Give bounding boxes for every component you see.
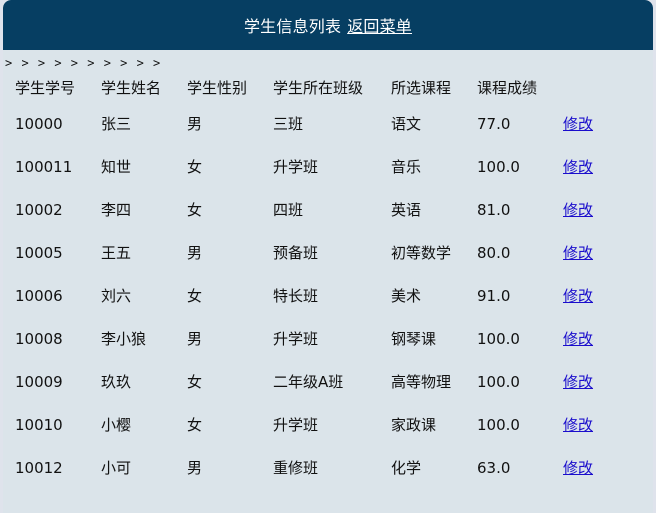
cell-student-id: 10012	[15, 458, 63, 477]
cell-student-id: 10005	[15, 243, 63, 262]
cell-student-name: 小可	[101, 459, 132, 477]
cell-student-sex: 女	[187, 416, 203, 434]
cell-student-class: 二年级A班	[273, 373, 344, 391]
edit-link[interactable]: 修改	[563, 201, 593, 219]
table-row: 10008 李小狼 男 升学班 钢琴课 100.0 修改	[7, 317, 633, 360]
column-header-name: 学生姓名	[101, 78, 162, 97]
student-list-panel: 学生信息列表 返回菜单 > > > > > > > > > > 学生学号 学生姓…	[3, 0, 653, 513]
edit-link[interactable]: 修改	[563, 330, 593, 348]
cell-student-name: 知世	[101, 158, 132, 176]
cell-student-id: 10000	[15, 114, 63, 133]
cell-student-class: 预备班	[273, 244, 319, 262]
breadcrumb: > > > > > > > > > >	[5, 56, 162, 70]
table-row: 10002 李四 女 四班 英语 81.0 修改	[7, 188, 633, 231]
table-row: 10009 玖玖 女 二年级A班 高等物理 100.0 修改	[7, 360, 633, 403]
cell-course: 美术	[391, 287, 422, 305]
table-row: 10005 王五 男 预备班 初等数学 80.0 修改	[7, 231, 633, 274]
column-header-action	[555, 72, 633, 102]
cell-score: 63.0	[477, 458, 511, 477]
cell-action: 修改	[555, 102, 633, 145]
cell-student-class: 升学班	[273, 416, 319, 434]
cell-score: 100.0	[477, 372, 520, 391]
cell-action: 修改	[555, 145, 633, 188]
cell-student-class: 重修班	[273, 459, 319, 477]
edit-link[interactable]: 修改	[563, 115, 593, 133]
cell-student-sex: 女	[187, 287, 203, 305]
cell-action: 修改	[555, 317, 633, 360]
table-row: 10006 刘六 女 特长班 美术 91.0 修改	[7, 274, 633, 317]
edit-link[interactable]: 修改	[563, 158, 593, 176]
cell-course: 音乐	[391, 158, 422, 176]
cell-student-id: 100011	[15, 157, 73, 176]
table-row: 10012 小可 男 重修班 化学 63.0 修改	[7, 446, 633, 489]
cell-student-id: 10010	[15, 415, 63, 434]
cell-course: 高等物理	[391, 373, 452, 391]
cell-student-class: 三班	[273, 115, 304, 133]
cell-score: 91.0	[477, 286, 511, 305]
cell-student-sex: 女	[187, 373, 203, 391]
table-header-row: 学生学号 学生姓名 学生性别 学生所在班级 所选课程 课程成绩	[7, 72, 633, 102]
cell-student-sex: 男	[187, 115, 203, 133]
cell-action: 修改	[555, 446, 633, 489]
cell-student-name: 王五	[101, 244, 132, 262]
column-header-sex: 学生性别	[187, 78, 248, 97]
cell-action: 修改	[555, 188, 633, 231]
column-header-score: 课程成绩	[477, 78, 538, 97]
cell-student-class: 升学班	[273, 158, 319, 176]
cell-score: 81.0	[477, 200, 511, 219]
cell-course: 化学	[391, 459, 422, 477]
edit-link[interactable]: 修改	[563, 244, 593, 262]
cell-score: 100.0	[477, 329, 520, 348]
cell-student-class: 四班	[273, 201, 304, 219]
cell-student-id: 10008	[15, 329, 63, 348]
cell-score: 77.0	[477, 114, 511, 133]
cell-course: 英语	[391, 201, 422, 219]
edit-link[interactable]: 修改	[563, 416, 593, 434]
cell-student-class: 升学班	[273, 330, 319, 348]
cell-course: 语文	[391, 115, 422, 133]
cell-score: 80.0	[477, 243, 511, 262]
column-header-class: 学生所在班级	[273, 78, 364, 97]
cell-student-id: 10002	[15, 200, 63, 219]
edit-link[interactable]: 修改	[563, 373, 593, 391]
cell-student-id: 10009	[15, 372, 63, 391]
cell-student-name: 刘六	[101, 287, 132, 305]
cell-student-sex: 男	[187, 459, 203, 477]
student-table: 学生学号 学生姓名 学生性别 学生所在班级 所选课程 课程成绩 10000 张三男…	[7, 72, 633, 489]
cell-student-sex: 男	[187, 330, 203, 348]
cell-score: 100.0	[477, 415, 520, 434]
cell-course: 钢琴课	[391, 330, 437, 348]
cell-action: 修改	[555, 231, 633, 274]
cell-student-sex: 女	[187, 201, 203, 219]
cell-score: 100.0	[477, 157, 520, 176]
cell-student-sex: 男	[187, 244, 203, 262]
cell-student-name: 小樱	[101, 416, 132, 434]
cell-student-id: 10006	[15, 286, 63, 305]
cell-student-name: 李四	[101, 201, 132, 219]
cell-course: 初等数学	[391, 244, 452, 262]
cell-student-sex: 女	[187, 158, 203, 176]
cell-student-name: 玖玖	[101, 373, 132, 391]
table-row: 100011 知世 女 升学班 音乐 100.0 修改	[7, 145, 633, 188]
column-header-course: 所选课程	[391, 78, 452, 97]
back-to-menu-link[interactable]: 返回菜单	[347, 13, 412, 37]
edit-link[interactable]: 修改	[563, 287, 593, 305]
edit-link[interactable]: 修改	[563, 459, 593, 477]
page-header: 学生信息列表 返回菜单	[3, 0, 653, 50]
cell-student-name: 李小狼	[101, 330, 147, 348]
page-title: 学生信息列表	[243, 17, 342, 36]
column-header-id: 学生学号	[15, 78, 76, 97]
table-row: 10000 张三 男 三班 语文 77.0 修改	[7, 102, 633, 145]
cell-action: 修改	[555, 274, 633, 317]
table-row: 10010 小樱 女 升学班 家政课 100.0 修改	[7, 403, 633, 446]
cell-course: 家政课	[391, 416, 437, 434]
cell-action: 修改	[555, 360, 633, 403]
cell-action: 修改	[555, 403, 633, 446]
cell-student-name: 张三	[101, 115, 132, 133]
cell-student-class: 特长班	[273, 287, 319, 305]
